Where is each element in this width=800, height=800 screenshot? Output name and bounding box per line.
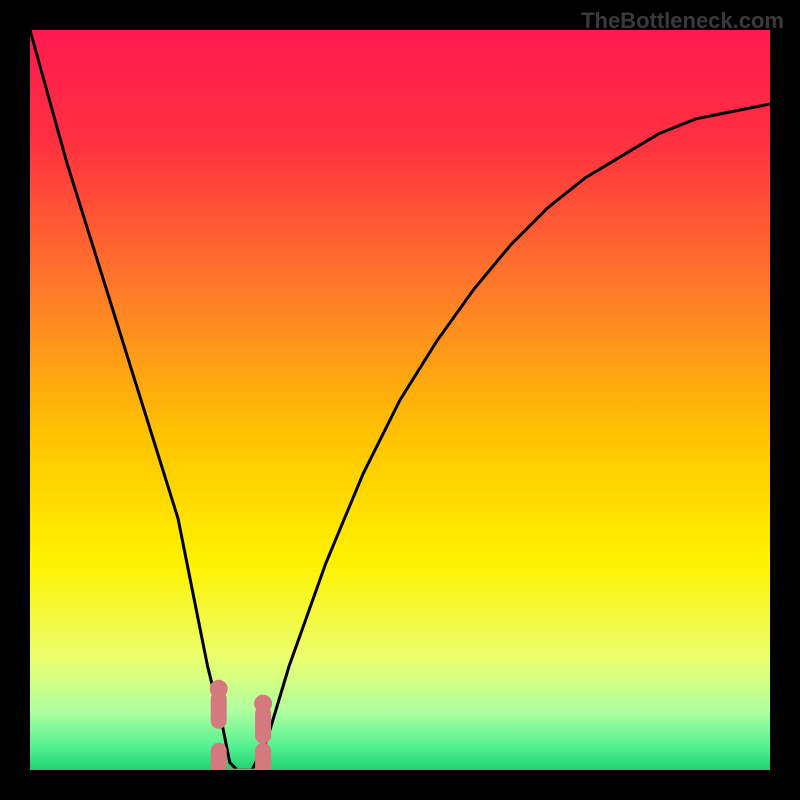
chart-container: TheBottleneck.com <box>0 0 800 800</box>
marker-left-cap <box>210 680 228 698</box>
marker-right-cap <box>254 695 272 713</box>
chart-svg <box>30 30 770 770</box>
plot-area <box>30 30 770 770</box>
watermark-text: TheBottleneck.com <box>581 8 784 34</box>
